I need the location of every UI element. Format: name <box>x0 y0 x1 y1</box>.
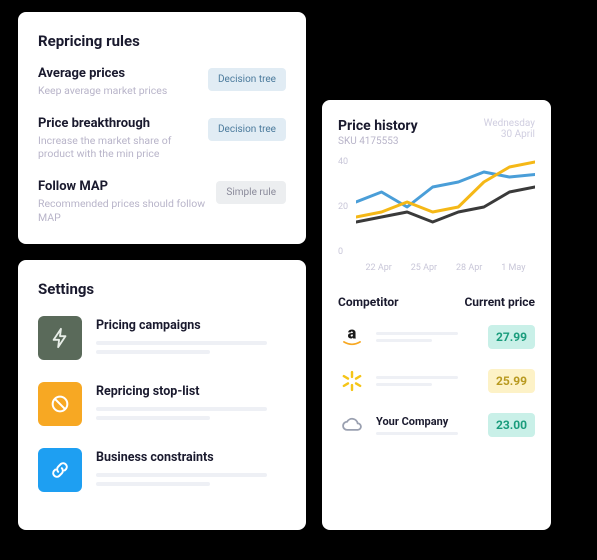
repricing-title: Repricing rules <box>38 32 286 50</box>
competitor-name: Your Company <box>376 415 478 428</box>
chart-y-tick: 40 <box>338 157 356 167</box>
settings-item-placeholder <box>96 341 286 354</box>
rule-description: Keep average market prices <box>38 84 198 98</box>
competitor-price: 23.00 <box>488 413 535 437</box>
competitor-price: 27.99 <box>488 325 535 349</box>
rule-description: Increase the market share of product wit… <box>38 134 198 161</box>
price-history-date: Wednesday 30 April <box>484 118 535 140</box>
rule-title: Average prices <box>38 66 198 81</box>
price-history-card: Price history SKU 4175553 Wednesday 30 A… <box>322 100 551 530</box>
competitor-row[interactable]: 25.99 <box>338 367 535 395</box>
rule-row[interactable]: Price breakthrough Increase the market s… <box>38 116 286 161</box>
rule-badge: Simple rule <box>216 181 286 204</box>
svg-text:a: a <box>348 324 357 343</box>
cloud-icon <box>338 411 366 439</box>
amazon-icon: a <box>338 323 366 351</box>
chart-y-tick: 20 <box>338 202 356 212</box>
settings-item-title: Business constraints <box>96 450 286 465</box>
rule-badge: Decision tree <box>208 68 286 91</box>
settings-item[interactable]: Business constraints <box>38 448 286 492</box>
chart-x-tick: 1 May <box>501 263 525 277</box>
rule-description: Recommended prices should follow MAP <box>38 197 206 224</box>
ban-icon <box>38 382 82 426</box>
price-history-sku: SKU 4175553 <box>338 136 418 147</box>
settings-item-placeholder <box>96 407 286 420</box>
bolt-icon <box>38 316 82 360</box>
chart-series-line <box>356 172 535 207</box>
settings-item[interactable]: Repricing stop-list <box>38 382 286 426</box>
repricing-rules-card: Repricing rules Average prices Keep aver… <box>18 12 306 244</box>
rule-row[interactable]: Average prices Keep average market price… <box>38 66 286 98</box>
settings-card: Settings Pricing campaigns Repricing sto… <box>18 260 306 530</box>
settings-item[interactable]: Pricing campaigns <box>38 316 286 360</box>
walmart-icon <box>338 367 366 395</box>
settings-item-title: Pricing campaigns <box>96 318 286 333</box>
competitor-column-header: Competitor <box>338 295 399 309</box>
competitor-row[interactable]: a 27.99 <box>338 323 535 351</box>
chart-x-tick: 28 Apr <box>456 263 482 277</box>
rule-title: Follow MAP <box>38 179 206 194</box>
price-column-header: Current price <box>464 295 535 309</box>
price-history-chart: 40 20 0 22 Apr 25 Apr 28 Apr 1 May <box>338 157 535 277</box>
chart-series-line <box>356 162 535 217</box>
chart-x-tick: 22 Apr <box>365 263 391 277</box>
chart-x-tick: 25 Apr <box>411 263 437 277</box>
settings-item-placeholder <box>96 473 286 486</box>
settings-item-title: Repricing stop-list <box>96 384 286 399</box>
competitor-row[interactable]: Your Company 23.00 <box>338 411 535 439</box>
price-history-title: Price history <box>338 118 418 134</box>
settings-title: Settings <box>38 280 286 298</box>
link-icon <box>38 448 82 492</box>
rule-row[interactable]: Follow MAP Recommended prices should fol… <box>38 179 286 224</box>
rule-badge: Decision tree <box>208 118 286 141</box>
chart-y-tick: 0 <box>338 247 356 257</box>
rule-title: Price breakthrough <box>38 116 198 131</box>
competitor-price: 25.99 <box>488 369 535 393</box>
